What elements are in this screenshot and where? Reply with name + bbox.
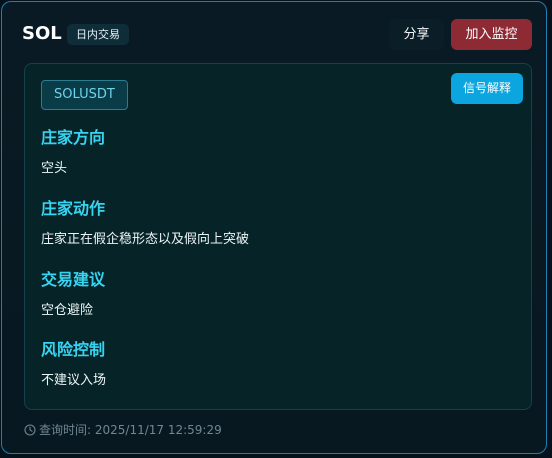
section-title-action: 庄家动作 — [41, 199, 106, 218]
signal-panel: SOLUSDT 信号解释 庄家方向 空头 庄家动作 庄家正在假企稳形态以及假向上… — [24, 63, 532, 410]
signal-explain-button[interactable]: 信号解释 — [451, 73, 523, 104]
pair-badge: SOLUSDT — [41, 80, 128, 110]
query-time-footer: 查询时间: 2025/11/17 12:59:29 — [24, 422, 222, 438]
share-button[interactable]: 分享 — [389, 19, 444, 50]
section-text-advice: 空仓避险 — [41, 303, 94, 318]
section-text-action: 庄家正在假企稳形态以及假向上突破 — [41, 232, 250, 247]
section-title-advice: 交易建议 — [41, 270, 106, 289]
section-text-direction: 空头 — [41, 161, 68, 176]
section-text-risk: 不建议入场 — [41, 373, 107, 388]
section-title-risk: 风险控制 — [41, 340, 106, 359]
query-time-text: 查询时间: 2025/11/17 12:59:29 — [39, 423, 222, 437]
clock-icon — [24, 424, 36, 436]
section-title-direction: 庄家方向 — [41, 128, 106, 147]
signal-card: SOL 日内交易 分享 加入监控 SOLUSDT 信号解释 庄家方向 空头 庄家… — [1, 1, 547, 454]
symbol-title: SOL — [22, 23, 62, 44]
add-monitor-button[interactable]: 加入监控 — [451, 19, 532, 50]
trade-type-badge: 日内交易 — [67, 24, 129, 45]
